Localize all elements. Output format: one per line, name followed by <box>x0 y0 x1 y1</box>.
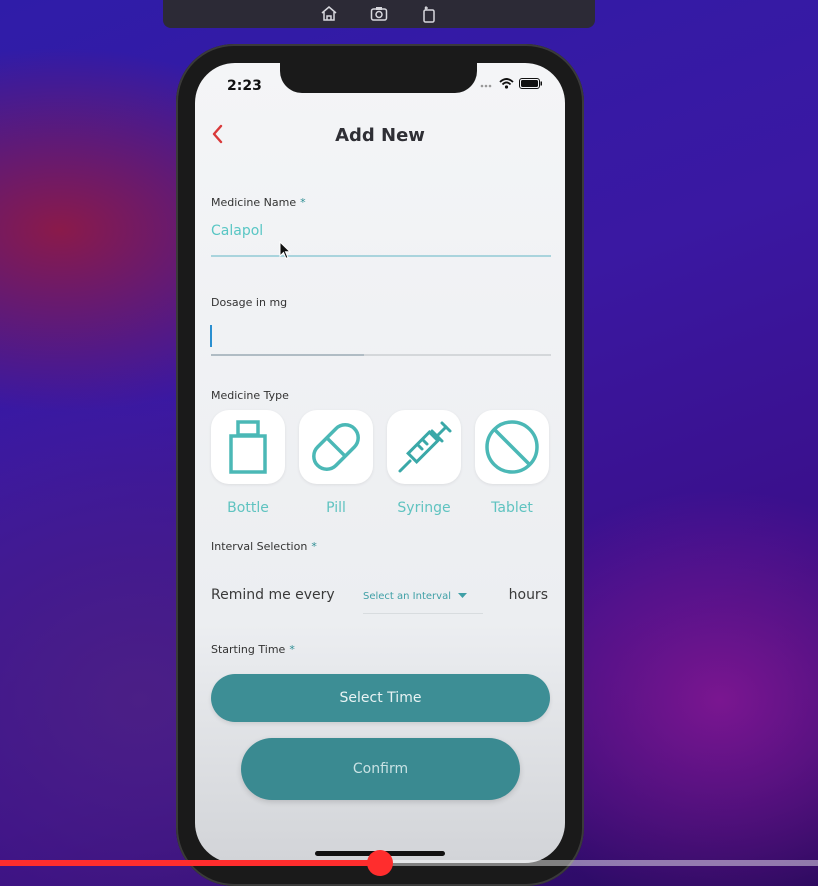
mouse-pointer-icon <box>279 241 291 260</box>
medicine-name-label: Medicine Name * <box>211 196 306 209</box>
wifi-icon <box>499 78 514 89</box>
medicine-name-input[interactable]: Calapol <box>211 223 263 239</box>
dosage-input[interactable] <box>210 325 212 347</box>
required-mark: * <box>300 196 306 209</box>
simulator-toolbar <box>163 0 595 28</box>
interval-placeholder: Select an Interval <box>363 590 451 602</box>
tablet-icon <box>485 420 539 474</box>
required-mark: * <box>311 540 317 553</box>
type-syringe-button[interactable] <box>387 410 461 484</box>
select-time-button[interactable]: Select Time <box>211 674 550 722</box>
starting-time-label: Starting Time * <box>211 643 295 656</box>
syringe-icon <box>398 421 452 473</box>
signal-icon <box>480 80 494 88</box>
interval-dropdown[interactable]: Select an Interval <box>363 583 483 609</box>
type-label-tablet: Tablet <box>491 500 533 516</box>
video-progress-fill <box>0 860 381 866</box>
confirm-button[interactable]: Confirm <box>241 738 520 800</box>
bottle-icon <box>229 420 267 474</box>
status-icons <box>480 78 543 89</box>
home-icon[interactable] <box>319 4 339 24</box>
interval-row: Remind me every Select an Interval hours <box>211 583 551 614</box>
video-progress-bar[interactable] <box>0 850 818 876</box>
app-screen: 2:23 Add New Medicine Name * Calapol Dosa… <box>195 63 565 863</box>
pill-icon <box>312 423 360 471</box>
medicine-name-underline <box>211 255 551 257</box>
status-time: 2:23 <box>227 78 262 94</box>
type-label-syringe: Syringe <box>397 500 451 516</box>
notch <box>280 63 477 93</box>
interval-label: Interval Selection * <box>211 540 317 553</box>
medicine-type-label: Medicine Type <box>211 389 289 402</box>
type-tablet-button[interactable] <box>475 410 549 484</box>
battery-icon <box>519 78 543 89</box>
dosage-label: Dosage in mg <box>211 296 288 309</box>
interval-underline <box>363 613 483 614</box>
page-title: Add New <box>335 125 425 146</box>
hours-suffix: hours <box>508 587 548 603</box>
type-pill-button[interactable] <box>299 410 373 484</box>
remind-prefix: Remind me every <box>211 587 335 603</box>
screenshot-icon[interactable] <box>369 4 389 24</box>
type-label-bottle: Bottle <box>227 500 269 516</box>
type-label-pill: Pill <box>326 500 346 516</box>
type-bottle-button[interactable] <box>211 410 285 484</box>
rotate-icon[interactable] <box>419 4 439 24</box>
dosage-underline <box>211 354 551 356</box>
phone-frame: 2:23 Add New Medicine Name * Calapol Dosa… <box>176 44 584 886</box>
caret-down-icon <box>457 593 467 598</box>
required-mark: * <box>289 643 295 656</box>
